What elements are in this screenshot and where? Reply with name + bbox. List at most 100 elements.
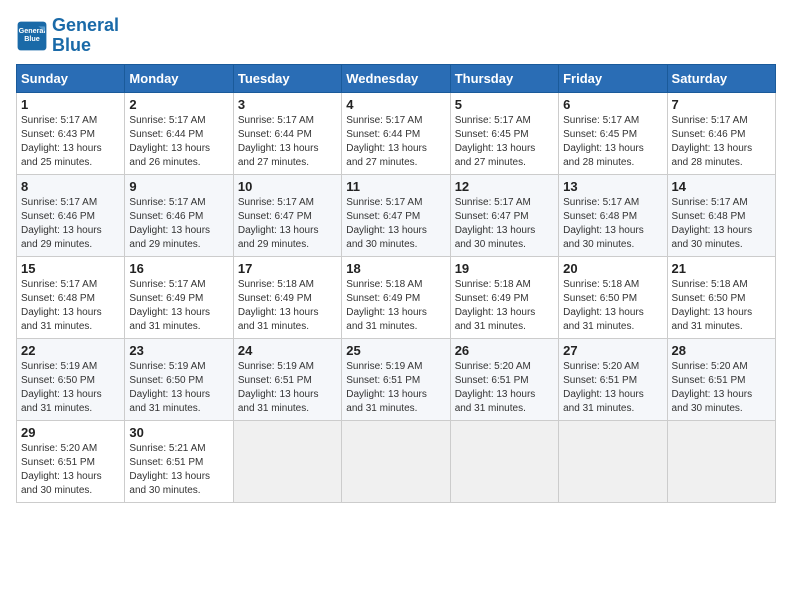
day-number: 15 (21, 261, 120, 276)
day-number: 2 (129, 97, 228, 112)
day-number: 20 (563, 261, 662, 276)
cell-info: Sunrise: 5:19 AMSunset: 6:50 PMDaylight:… (129, 361, 210, 414)
calendar-cell: 30Sunrise: 5:21 AMSunset: 6:51 PMDayligh… (125, 420, 233, 502)
calendar-cell: 15 Sunrise: 5:17 AMSunset: 6:48 PMDayligh… (17, 256, 125, 338)
svg-text:Blue: Blue (24, 34, 40, 43)
day-number: 19 (455, 261, 554, 276)
header-sunday: Sunday (17, 64, 125, 92)
day-number: 1 (21, 97, 120, 112)
day-number: 13 (563, 179, 662, 194)
calendar-cell: 3 Sunrise: 5:17 AMSunset: 6:44 PMDaylight… (233, 92, 341, 174)
calendar-cell (559, 420, 667, 502)
calendar-cell: 7 Sunrise: 5:17 AMSunset: 6:46 PMDaylight… (667, 92, 775, 174)
day-number: 30 (129, 425, 228, 440)
cell-info: Sunrise: 5:17 AMSunset: 6:43 PMDaylight:… (21, 115, 102, 168)
calendar-cell: 5 Sunrise: 5:17 AMSunset: 6:45 PMDaylight… (450, 92, 558, 174)
calendar-cell: 22Sunrise: 5:19 AMSunset: 6:50 PMDayligh… (17, 338, 125, 420)
week-row-5: 29 Sunrise: 5:20 AMSunset: 6:51 PMDayligh… (17, 420, 776, 502)
calendar-cell: 4 Sunrise: 5:17 AMSunset: 6:44 PMDaylight… (342, 92, 450, 174)
calendar-cell (233, 420, 341, 502)
calendar-cell: 16 Sunrise: 5:17 AMSunset: 6:49 PMDayligh… (125, 256, 233, 338)
day-number: 29 (21, 425, 120, 440)
cell-info: Sunrise: 5:18 AMSunset: 6:50 PMDaylight:… (672, 279, 753, 332)
header-tuesday: Tuesday (233, 64, 341, 92)
calendar-cell: 1 Sunrise: 5:17 AMSunset: 6:43 PMDaylight… (17, 92, 125, 174)
calendar-cell: 13 Sunrise: 5:17 AMSunset: 6:48 PMDayligh… (559, 174, 667, 256)
day-number: 28 (672, 343, 771, 358)
calendar-cell: 18 Sunrise: 5:18 AMSunset: 6:49 PMDayligh… (342, 256, 450, 338)
cell-info: Sunrise: 5:17 AMSunset: 6:47 PMDaylight:… (455, 197, 536, 250)
cell-info: Sunrise: 5:17 AMSunset: 6:48 PMDaylight:… (21, 279, 102, 332)
cell-info: Sunrise: 5:19 AMSunset: 6:51 PMDaylight:… (346, 361, 427, 414)
calendar-cell: 14 Sunrise: 5:17 AMSunset: 6:48 PMDayligh… (667, 174, 775, 256)
day-number: 27 (563, 343, 662, 358)
calendar-cell: 2 Sunrise: 5:17 AMSunset: 6:44 PMDaylight… (125, 92, 233, 174)
calendar-cell: 25 Sunrise: 5:19 AMSunset: 6:51 PMDayligh… (342, 338, 450, 420)
day-number: 25 (346, 343, 445, 358)
header-friday: Friday (559, 64, 667, 92)
cell-info: Sunrise: 5:17 AMSunset: 6:48 PMDaylight:… (672, 197, 753, 250)
day-number: 3 (238, 97, 337, 112)
day-number: 24 (238, 343, 337, 358)
calendar-cell: 6 Sunrise: 5:17 AMSunset: 6:45 PMDaylight… (559, 92, 667, 174)
calendar-cell: 28Sunrise: 5:20 AMSunset: 6:51 PMDayligh… (667, 338, 775, 420)
day-number: 8 (21, 179, 120, 194)
cell-info: Sunrise: 5:17 AMSunset: 6:46 PMDaylight:… (672, 115, 753, 168)
cell-info: Sunrise: 5:18 AMSunset: 6:49 PMDaylight:… (346, 279, 427, 332)
day-number: 5 (455, 97, 554, 112)
cell-info: Sunrise: 5:18 AMSunset: 6:50 PMDaylight:… (563, 279, 644, 332)
calendar-cell (667, 420, 775, 502)
day-number: 21 (672, 261, 771, 276)
cell-info: Sunrise: 5:17 AMSunset: 6:44 PMDaylight:… (129, 115, 210, 168)
day-number: 11 (346, 179, 445, 194)
cell-info: Sunrise: 5:17 AMSunset: 6:44 PMDaylight:… (346, 115, 427, 168)
day-number: 18 (346, 261, 445, 276)
calendar-cell: 21 Sunrise: 5:18 AMSunset: 6:50 PMDayligh… (667, 256, 775, 338)
header-wednesday: Wednesday (342, 64, 450, 92)
day-number: 26 (455, 343, 554, 358)
cell-info: Sunrise: 5:17 AMSunset: 6:49 PMDaylight:… (129, 279, 210, 332)
calendar-cell: 8 Sunrise: 5:17 AMSunset: 6:46 PMDaylight… (17, 174, 125, 256)
calendar-cell: 17Sunrise: 5:18 AMSunset: 6:49 PMDayligh… (233, 256, 341, 338)
cell-info: Sunrise: 5:17 AMSunset: 6:47 PMDaylight:… (238, 197, 319, 250)
calendar-cell: 10Sunrise: 5:17 AMSunset: 6:47 PMDayligh… (233, 174, 341, 256)
cell-info: Sunrise: 5:19 AMSunset: 6:51 PMDaylight:… (238, 361, 319, 414)
page-header: General Blue General Blue (16, 16, 776, 56)
cell-info: Sunrise: 5:17 AMSunset: 6:44 PMDaylight:… (238, 115, 319, 168)
cell-info: Sunrise: 5:17 AMSunset: 6:46 PMDaylight:… (129, 197, 210, 250)
calendar-cell: 12 Sunrise: 5:17 AMSunset: 6:47 PMDayligh… (450, 174, 558, 256)
week-row-1: 1 Sunrise: 5:17 AMSunset: 6:43 PMDaylight… (17, 92, 776, 174)
day-number: 16 (129, 261, 228, 276)
cell-info: Sunrise: 5:17 AMSunset: 6:45 PMDaylight:… (455, 115, 536, 168)
day-number: 12 (455, 179, 554, 194)
day-number: 9 (129, 179, 228, 194)
calendar-cell: 29 Sunrise: 5:20 AMSunset: 6:51 PMDayligh… (17, 420, 125, 502)
calendar-cell: 9 Sunrise: 5:17 AMSunset: 6:46 PMDaylight… (125, 174, 233, 256)
day-number: 6 (563, 97, 662, 112)
header-monday: Monday (125, 64, 233, 92)
day-number: 4 (346, 97, 445, 112)
cell-info: Sunrise: 5:17 AMSunset: 6:48 PMDaylight:… (563, 197, 644, 250)
header-saturday: Saturday (667, 64, 775, 92)
calendar-cell (342, 420, 450, 502)
cell-info: Sunrise: 5:20 AMSunset: 6:51 PMDaylight:… (21, 443, 102, 496)
cell-info: Sunrise: 5:17 AMSunset: 6:45 PMDaylight:… (563, 115, 644, 168)
cell-info: Sunrise: 5:20 AMSunset: 6:51 PMDaylight:… (563, 361, 644, 414)
day-number: 7 (672, 97, 771, 112)
week-row-4: 22Sunrise: 5:19 AMSunset: 6:50 PMDayligh… (17, 338, 776, 420)
calendar-cell: 23 Sunrise: 5:19 AMSunset: 6:50 PMDayligh… (125, 338, 233, 420)
logo-text: General Blue (52, 16, 119, 56)
logo-icon: General Blue (16, 20, 48, 52)
cell-info: Sunrise: 5:19 AMSunset: 6:50 PMDaylight:… (21, 361, 102, 414)
calendar-cell: 19Sunrise: 5:18 AMSunset: 6:49 PMDayligh… (450, 256, 558, 338)
day-number: 17 (238, 261, 337, 276)
day-number: 14 (672, 179, 771, 194)
cell-info: Sunrise: 5:17 AMSunset: 6:47 PMDaylight:… (346, 197, 427, 250)
calendar-cell: 11 Sunrise: 5:17 AMSunset: 6:47 PMDayligh… (342, 174, 450, 256)
day-number: 23 (129, 343, 228, 358)
calendar-cell: 26 Sunrise: 5:20 AMSunset: 6:51 PMDayligh… (450, 338, 558, 420)
calendar-header-row: SundayMondayTuesdayWednesdayThursdayFrid… (17, 64, 776, 92)
cell-info: Sunrise: 5:17 AMSunset: 6:46 PMDaylight:… (21, 197, 102, 250)
calendar-table: SundayMondayTuesdayWednesdayThursdayFrid… (16, 64, 776, 503)
cell-info: Sunrise: 5:20 AMSunset: 6:51 PMDaylight:… (455, 361, 536, 414)
